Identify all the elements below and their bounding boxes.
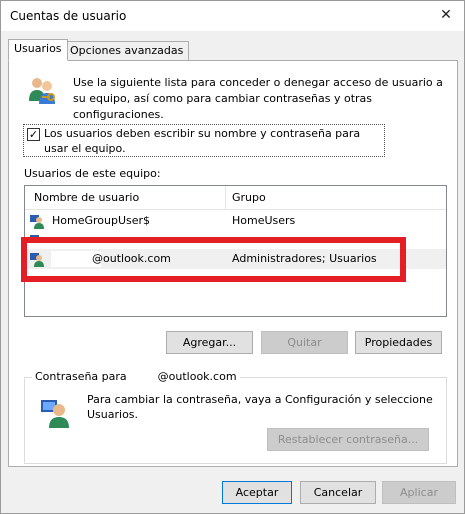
require-login-checkbox[interactable]: ✓ xyxy=(27,128,40,141)
password-legend: Contraseña para @outlook.com xyxy=(32,370,240,383)
ok-button-label: Aceptar xyxy=(235,486,279,499)
properties-button[interactable]: Propiedades xyxy=(355,331,442,354)
ok-button[interactable]: Aceptar xyxy=(222,481,292,504)
table-row[interactable]: HomeGroupUser$ HomeUsers xyxy=(25,211,446,231)
column-username[interactable]: Nombre de usuario xyxy=(34,191,139,204)
require-login-label: Los usuarios deben escribir su nombre y … xyxy=(44,127,361,155)
highlight-annotation xyxy=(21,237,406,282)
column-group[interactable]: Grupo xyxy=(232,191,266,204)
password-user-icon xyxy=(41,400,69,428)
properties-button-label: Propiedades xyxy=(364,336,433,349)
require-login-row[interactable]: ✓ Los usuarios deben escribir su nombre … xyxy=(23,124,385,157)
column-separator xyxy=(225,186,226,210)
group-cell: HomeUsers xyxy=(232,214,296,227)
tab-usuarios[interactable]: Usuarios xyxy=(8,39,68,61)
users-list-header: Nombre de usuario Grupo xyxy=(25,186,446,210)
password-groupbox: Contraseña para @outlook.com Para cambia… xyxy=(24,370,447,464)
password-info-text: Para cambiar la contraseña, vaya a Confi… xyxy=(87,393,433,421)
users-icon xyxy=(29,78,55,104)
window-title: Cuentas de usuario xyxy=(10,9,127,23)
add-user-button-label: Agregar... xyxy=(182,336,237,349)
password-legend-prefix: Contraseña para xyxy=(35,370,127,383)
add-user-button[interactable]: Agregar... xyxy=(166,331,253,354)
reset-password-button-label: Restablecer contraseña... xyxy=(277,433,419,446)
password-legend-account: @outlook.com xyxy=(157,370,237,383)
username-cell: HomeGroupUser$ xyxy=(52,214,151,227)
apply-button-label: Aplicar xyxy=(400,486,438,499)
remove-user-button-label: Quitar xyxy=(287,336,322,349)
title-bar: Cuentas de usuario ✕ xyxy=(1,1,464,31)
tab-opciones-avanzadas[interactable]: Opciones avanzadas xyxy=(64,41,190,61)
users-list-label: Usuarios de este equipo: xyxy=(24,167,161,180)
user-accounts-dialog: Cuentas de usuario ✕ Usuarios Opciones a… xyxy=(0,0,465,514)
reset-password-button[interactable]: Restablecer contraseña... xyxy=(267,428,429,451)
cancel-button[interactable]: Cancelar xyxy=(300,481,376,504)
cancel-button-label: Cancelar xyxy=(313,486,363,499)
intro-text: Use la siguiente lista para conceder o d… xyxy=(73,76,443,121)
user-icon xyxy=(30,215,44,229)
close-icon[interactable]: ✕ xyxy=(438,7,454,23)
remove-user-button[interactable]: Quitar xyxy=(261,331,348,354)
apply-button[interactable]: Aplicar xyxy=(382,481,456,504)
